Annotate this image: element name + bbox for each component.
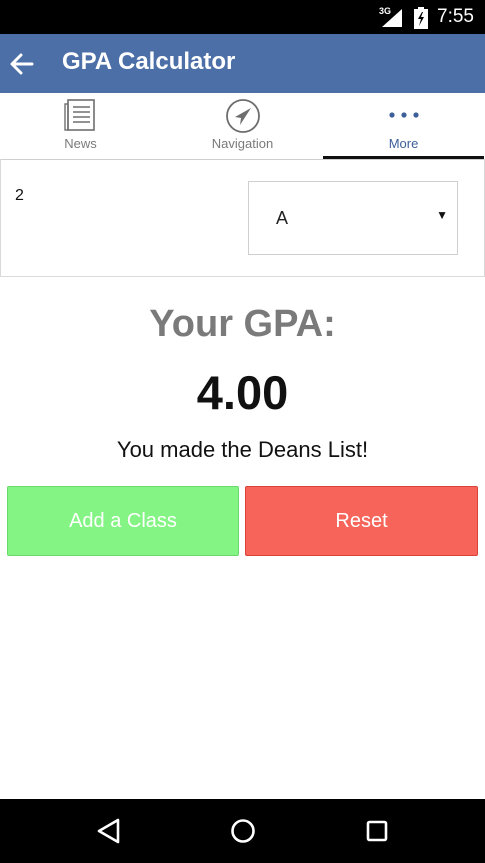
signal-icon xyxy=(382,9,402,27)
back-arrow-icon[interactable] xyxy=(7,49,37,79)
status-bar: 3G 7:55 xyxy=(0,0,485,34)
tab-more[interactable]: More xyxy=(323,93,484,159)
app-bar: GPA Calculator xyxy=(0,34,485,93)
more-dots-icon xyxy=(388,112,419,118)
grade-value: A xyxy=(276,208,289,228)
tab-navigation[interactable]: Navigation xyxy=(162,93,323,159)
reset-button[interactable]: Reset xyxy=(245,486,478,556)
battery-icon xyxy=(414,7,428,29)
gpa-value: 4.00 xyxy=(196,366,289,419)
gpa-label: Your GPA: xyxy=(149,303,336,345)
gpa-message: You made the Deans List! xyxy=(116,437,369,462)
dropdown-arrow-icon: ▼ xyxy=(436,208,448,222)
news-icon xyxy=(63,99,95,131)
nav-back-icon[interactable] xyxy=(91,813,127,849)
nav-recents-icon[interactable] xyxy=(359,813,395,849)
tab-more-label: More xyxy=(388,136,419,151)
class-row: 2 A ▼ xyxy=(0,159,485,277)
tab-news-label: News xyxy=(64,136,97,151)
add-class-button[interactable]: Add a Class xyxy=(7,486,239,556)
tab-news[interactable]: News xyxy=(0,93,161,159)
tab-bar: News Navigation More xyxy=(0,93,485,160)
navigation-icon xyxy=(225,99,260,133)
class-credits[interactable]: 2 xyxy=(15,187,24,205)
app-title: GPA Calculator xyxy=(62,48,236,75)
system-nav-bar xyxy=(0,799,485,863)
clock: 7:55 xyxy=(437,6,474,27)
nav-home-icon[interactable] xyxy=(225,813,261,849)
tab-navigation-label: Navigation xyxy=(211,136,274,151)
grade-select[interactable]: A ▼ xyxy=(248,181,458,255)
